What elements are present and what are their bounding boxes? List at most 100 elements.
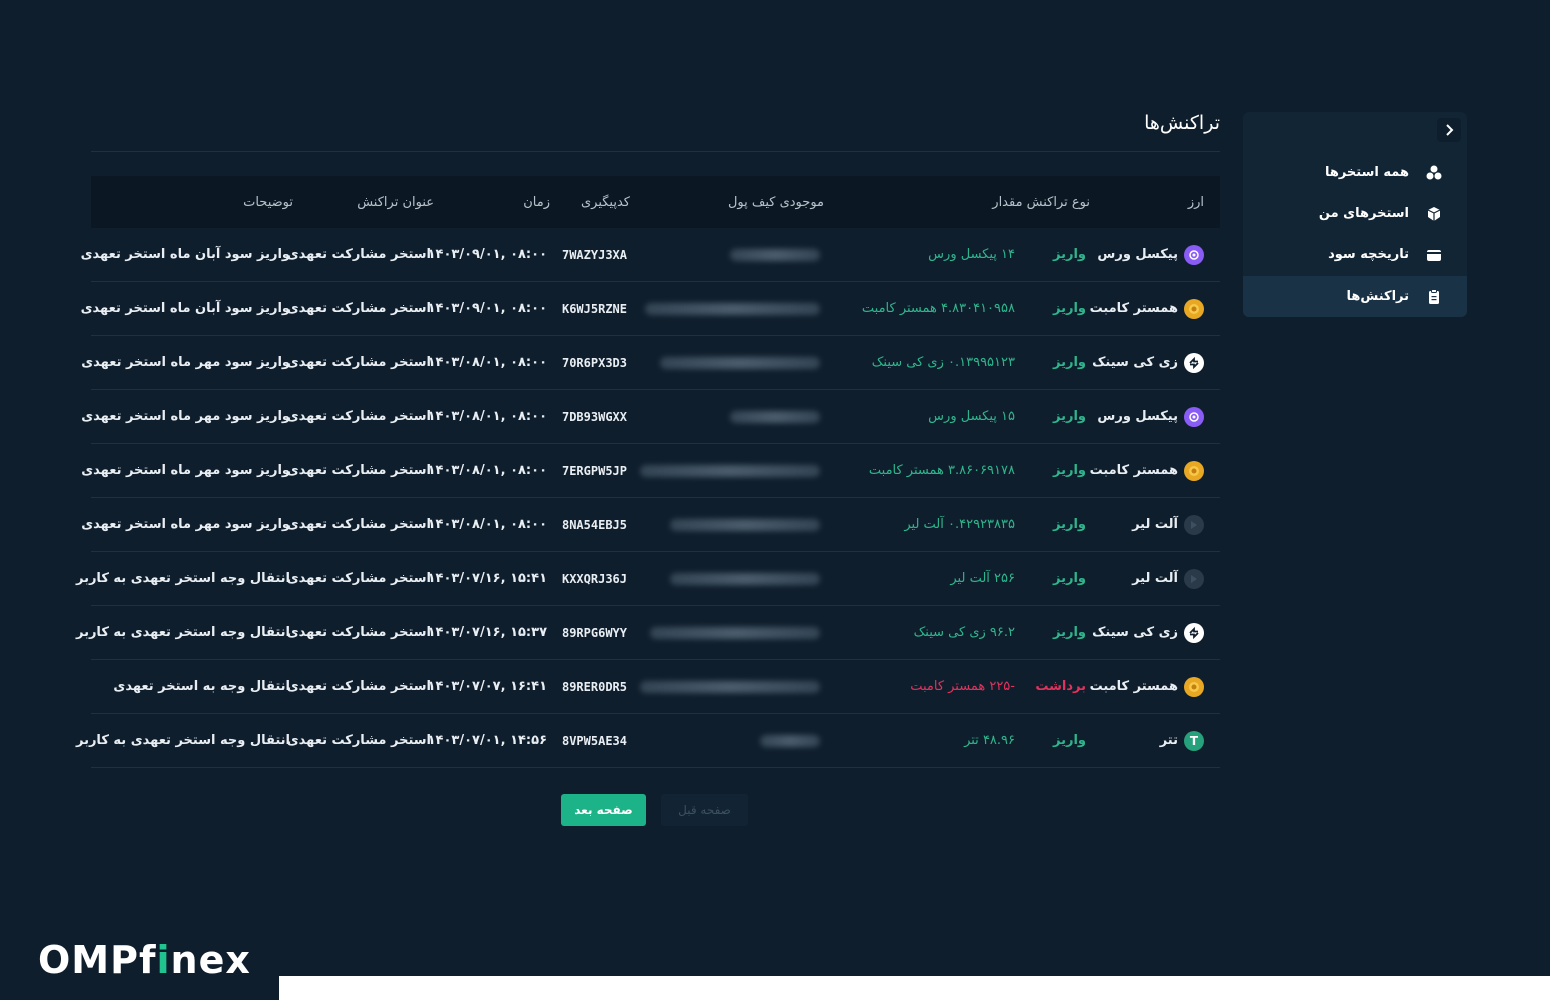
header-wallet-balance: موجودی کیف پول	[727, 194, 824, 210]
transaction-title: استخر مشارکت تعهدی	[286, 355, 431, 370]
wallet-balance-blurred	[730, 228, 820, 281]
transaction-amount: ۹۶.۲ زی کی سینک	[913, 625, 1015, 640]
currency-cell: همستر کامبت	[1090, 282, 1204, 335]
transaction-time: ۱۵:۴۱ ,۱۴۰۳/۰۷/۱۶	[427, 571, 547, 586]
tracking-code[interactable]: 7DB93WGXX	[562, 390, 627, 443]
tracking-code[interactable]: 7WAZYJ3XA	[562, 228, 627, 281]
table-row[interactable]: همستر کامبت واریز ۴.۸۳۰۴۱۰۹۵۸ همستر کامبت K…	[81, 282, 1220, 336]
coin-icon	[1184, 460, 1204, 481]
currency-cell: پیکسل ورس	[1097, 390, 1204, 443]
blurred-value	[645, 302, 820, 315]
sidebar-item-transactions[interactable]: تراکنش‌ها	[1243, 276, 1467, 317]
table-row[interactable]: زی کی سینک واریز ۹۶.۲ زی کی سینک 89RPG6WYY ۱…	[76, 606, 1220, 660]
sidebar-item-profit-history[interactable]: تاریخچه سود	[1243, 234, 1467, 275]
table-body: پیکسل ورس واریز ۱۴ پیکسل ورس 7WAZYJ3XA ۰۸:۰۰…	[76, 228, 1220, 768]
table-row[interactable]: همستر کامبت واریز ۳.۸۶۰۶۹۱۷۸ همستر کامبت 7E…	[81, 444, 1220, 498]
currency-name: تتر	[1159, 733, 1178, 748]
header-tracking-code: کدپیگیری	[580, 194, 630, 210]
sidebar-item-my-pools[interactable]: استخرهای من	[1243, 193, 1467, 234]
blurred-value	[670, 572, 820, 585]
brand-logo: OMPfinex	[38, 938, 251, 982]
sidebar-collapse-button[interactable]	[1437, 118, 1461, 142]
transaction-type: واریز	[1053, 463, 1086, 478]
currency-cell: تتر T	[1160, 714, 1204, 767]
coin-icon	[1184, 514, 1204, 535]
table-header: ارز نوع تراکنش مقدار موجودی کیف پول کدپی…	[91, 176, 1220, 228]
table-row[interactable]: پیکسل ورس واریز ۱۵ پیکسل ورس 7DB93WGXX ۰۸:۰۰…	[81, 390, 1220, 444]
transaction-time: ۰۸:۰۰ ,۱۴۰۳/۰۹/۰۱	[427, 247, 547, 262]
table-row[interactable]: زی کی سینک واریز ۰.۱۳۹۹۵۱۲۳ زی کی سینک 70R6…	[81, 336, 1220, 390]
transaction-type: برداشت	[1035, 679, 1086, 694]
sidebar-item-all-pools[interactable]: همه استخرها	[1243, 152, 1467, 193]
transaction-time: ۰۸:۰۰ ,۱۴۰۳/۰۹/۰۱	[427, 301, 547, 316]
transaction-type: واریز	[1053, 733, 1086, 748]
transaction-type: واریز	[1053, 247, 1086, 262]
coin-icon	[1184, 244, 1204, 265]
tracking-code[interactable]: 8NA54EBJ5	[562, 498, 627, 551]
transaction-title: استخر مشارکت تعهدی	[286, 463, 431, 478]
coin-icon: T	[1184, 730, 1204, 751]
currency-name: همستر کامبت	[1089, 463, 1178, 478]
transaction-amount: ۰.۴۲۹۲۳۸۳۵ آلت لیر	[904, 517, 1015, 532]
currency-name: زی کی سینک	[1092, 625, 1178, 640]
transaction-amount: ۴.۸۳۰۴۱۰۹۵۸ همستر کامبت	[861, 301, 1015, 316]
transaction-title: استخر مشارکت تعهدی	[286, 679, 431, 694]
tracking-code[interactable]: 7ERGPW5JP	[562, 444, 627, 497]
divider	[91, 151, 1220, 152]
transaction-description: واریز سود مهر ماه استخر تعهدی	[81, 517, 290, 532]
transaction-type: واریز	[1053, 301, 1086, 316]
transaction-amount: ۳.۸۶۰۶۹۱۷۸ همستر کامبت	[868, 463, 1015, 478]
sidebar-item-label: استخرهای من	[1318, 206, 1409, 221]
transaction-description: واریز سود مهر ماه استخر تعهدی	[81, 463, 290, 478]
table-row[interactable]: تتر T واریز ۴۸.۹۶ تتر 8VPW5AE34 ۱۴:۵۶ ,۱۴۰۳/۰…	[76, 714, 1220, 768]
tracking-code[interactable]: KXXQRJ36J	[562, 552, 627, 605]
currency-name: همستر کامبت	[1089, 301, 1178, 316]
currency-cell: همستر کامبت	[1090, 660, 1204, 713]
tracking-code[interactable]: 8VPW5AE34	[562, 714, 627, 767]
blurred-value	[650, 626, 820, 639]
table-row[interactable]: پیکسل ورس واریز ۱۴ پیکسل ورس 7WAZYJ3XA ۰۸:۰۰…	[81, 228, 1220, 282]
tracking-code[interactable]: K6WJ5RZNE	[562, 282, 627, 335]
table-row[interactable]: آلت لیر واریز ۲۵۶ آلت لیر KXXQRJ36J ۱۵:۴۱ ,۱…	[76, 552, 1220, 606]
blurred-value	[760, 734, 820, 747]
currency-cell: آلت لیر	[1132, 552, 1204, 605]
coin-icon	[1184, 622, 1204, 643]
next-page-button[interactable]: صفحه بعد	[561, 794, 646, 826]
transaction-amount: ۱۵ پیکسل ورس	[928, 409, 1015, 424]
brand-text: nex	[170, 938, 251, 982]
transaction-title: استخر مشارکت تعهدی	[286, 247, 431, 262]
header-currency: ارز	[1187, 194, 1204, 210]
blurred-value	[730, 410, 820, 423]
coin-icon	[1184, 352, 1204, 373]
wallet-balance-blurred	[730, 390, 820, 443]
header-transaction-title: عنوان تراکنش	[357, 194, 434, 210]
tracking-code[interactable]: 89RPG6WYY	[562, 606, 627, 659]
wallet-icon	[1427, 249, 1441, 261]
transaction-amount: -۲۲۵ همستر کامبت	[910, 679, 1015, 694]
transaction-title: استخر مشارکت تعهدی	[286, 571, 431, 586]
transaction-amount: ۲۵۶ آلت لیر	[950, 571, 1015, 586]
transaction-time: ۱۵:۳۷ ,۱۴۰۳/۰۷/۱۶	[427, 625, 547, 640]
table-row[interactable]: آلت لیر واریز ۰.۴۲۹۲۳۸۳۵ آلت لیر 8NA54EBJ5 ۰…	[81, 498, 1220, 552]
box-icon	[1427, 206, 1441, 221]
table-row[interactable]: همستر کامبت برداشت -۲۲۵ همستر کامبت 89RER0D…	[91, 660, 1220, 714]
blurred-value	[640, 680, 820, 693]
header-description: توضیحات	[243, 194, 293, 210]
tracking-code[interactable]: 70R6PX3D3	[562, 336, 627, 389]
tracking-code[interactable]: 89RER0DR5	[562, 660, 627, 713]
transaction-time: ۱۶:۴۱ ,۱۴۰۳/۰۷/۰۷	[427, 679, 547, 694]
wallet-balance-blurred	[670, 498, 820, 551]
transaction-type: واریز	[1053, 625, 1086, 640]
footer-bar	[279, 976, 1550, 1000]
coin-icon	[1184, 676, 1204, 697]
previous-page-button[interactable]: صفحه قبل	[661, 794, 748, 826]
currency-cell: پیکسل ورس	[1097, 228, 1204, 281]
coin-icon	[1184, 298, 1204, 319]
sidebar-item-label: همه استخرها	[1324, 165, 1409, 180]
wallet-balance-blurred	[760, 714, 820, 767]
header-time: زمان	[523, 194, 550, 210]
currency-cell: همستر کامبت	[1090, 444, 1204, 497]
currency-cell: آلت لیر	[1132, 498, 1204, 551]
transaction-type: واریز	[1053, 355, 1086, 370]
currency-name: زی کی سینک	[1092, 355, 1178, 370]
